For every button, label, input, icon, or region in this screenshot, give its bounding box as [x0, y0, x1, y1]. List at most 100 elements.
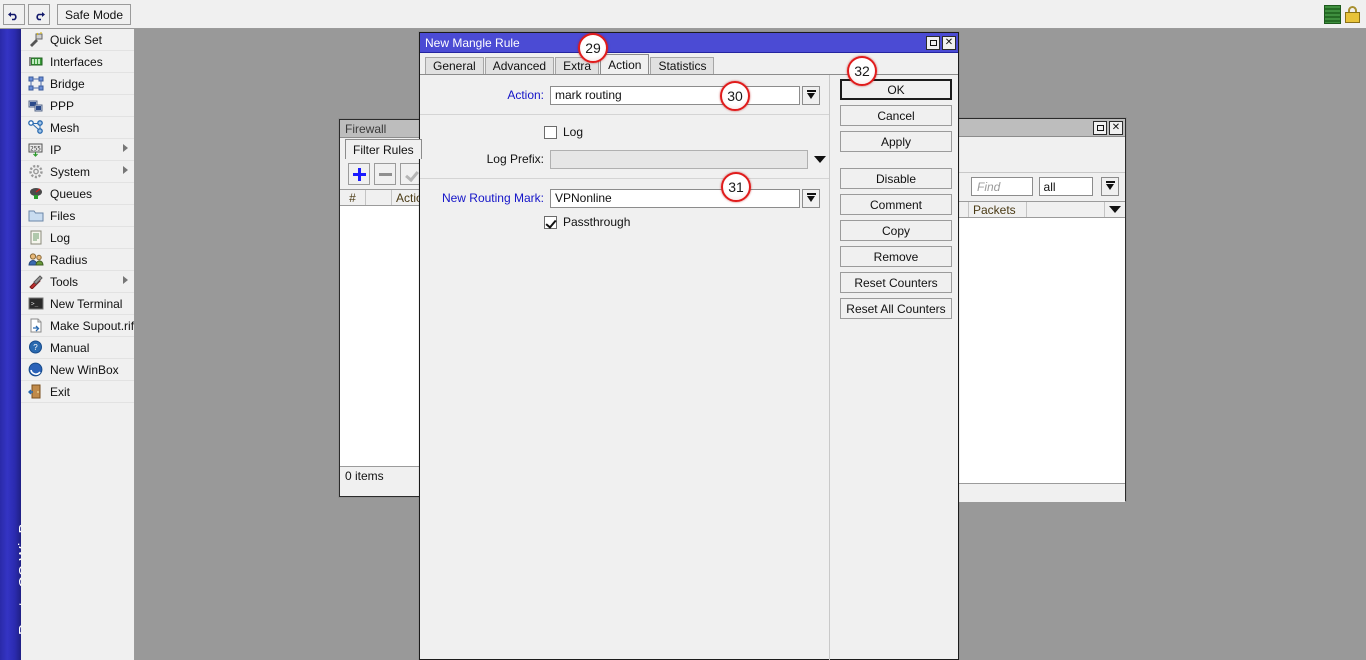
ok-button[interactable]: OK	[840, 79, 952, 100]
firewall-item-count: 0 items	[345, 468, 384, 483]
tab-general[interactable]: General	[425, 57, 484, 74]
tab-label: Advanced	[492, 59, 547, 73]
tab-statistics[interactable]: Statistics	[650, 57, 715, 74]
button-label: Remove	[873, 249, 919, 264]
secondary-window-titlebar[interactable]: ✕	[957, 119, 1125, 137]
button-label: Reset All Counters	[846, 301, 946, 316]
dialog-button-column: OK Cancel Apply Disable Comment Copy Remove Res…	[840, 79, 952, 324]
chevron-right-icon	[123, 144, 128, 152]
sidebar-item-queues[interactable]: Queues	[21, 183, 134, 205]
new-mangle-rule-dialog: New Mangle Rule ✕ General Advanced Extra Ac…	[419, 32, 959, 660]
close-icon: ✕	[944, 37, 954, 48]
files-folder-icon	[27, 208, 44, 224]
cancel-button[interactable]: Cancel	[840, 105, 952, 126]
sidebar-item-ip[interactable]: 255 IP	[21, 139, 134, 161]
log-checkbox[interactable]	[544, 125, 557, 139]
undo-button[interactable]	[3, 4, 25, 25]
sidebar-item-exit[interactable]: Exit	[21, 381, 134, 403]
tab-action[interactable]: Action	[600, 54, 650, 74]
svg-text:>_: >_	[31, 301, 39, 308]
column-index[interactable]: #	[340, 190, 366, 205]
action-dropdown-button[interactable]	[802, 85, 820, 105]
sidebar-item-label: Radius	[50, 252, 88, 267]
secondary-window-controls: ✕	[1093, 121, 1123, 135]
new-winbox-icon	[27, 362, 44, 378]
form-separator-2	[420, 178, 829, 179]
column-menu-button[interactable]	[1105, 202, 1125, 217]
log-prefix-dropdown-icon[interactable]	[814, 155, 826, 163]
comment-button[interactable]: Comment	[840, 194, 952, 215]
firewall-window-title: Firewall	[345, 121, 387, 136]
sidebar-item-quick-set[interactable]: Quick Set	[21, 29, 134, 51]
find-input[interactable]: Find	[971, 177, 1033, 196]
sidebar-item-label: Bridge	[50, 76, 85, 91]
log-prefix-field[interactable]	[550, 149, 808, 169]
sidebar-item-label: Interfaces	[50, 54, 103, 69]
remove-button[interactable]	[374, 163, 396, 185]
apply-button[interactable]: Apply	[840, 131, 952, 152]
sidebar-item-new-winbox[interactable]: New WinBox	[21, 359, 134, 381]
sidebar-item-log[interactable]: Log	[21, 227, 134, 249]
action-field[interactable]: mark routing	[550, 85, 800, 105]
close-icon: ✕	[1111, 122, 1121, 133]
log-prefix-row: Log Prefix:	[420, 149, 829, 169]
tab-label: Extra	[563, 59, 592, 73]
sidebar-item-label: New WinBox	[50, 362, 119, 377]
reset-all-counters-button[interactable]: Reset All Counters	[840, 298, 952, 319]
sidebar-item-label: PPP	[50, 98, 75, 113]
sidebar-item-bridge[interactable]: Bridge	[21, 73, 134, 95]
copy-button[interactable]: Copy	[840, 220, 952, 241]
maximize-button[interactable]	[926, 36, 940, 50]
filter-select[interactable]: all	[1038, 177, 1094, 196]
chevron-down-icon	[806, 89, 816, 101]
sidebar-item-label: System	[50, 164, 91, 179]
safe-mode-button[interactable]: Safe Mode	[57, 4, 131, 25]
quick-set-icon	[27, 32, 44, 48]
new-routing-mark-field[interactable]: VPNonline	[550, 188, 800, 208]
top-toolbar: Safe Mode	[0, 0, 1366, 29]
sidebar-item-ppp[interactable]: PPP	[21, 95, 134, 117]
filter-dropdown-button[interactable]	[1101, 177, 1119, 196]
mesh-icon	[27, 120, 44, 136]
maximize-icon	[1096, 125, 1104, 131]
column-extra[interactable]	[1027, 202, 1105, 217]
sidebar-item-new-terminal[interactable]: >_ New Terminal	[21, 293, 134, 315]
sidebar-item-interfaces[interactable]: Interfaces	[21, 51, 134, 73]
secure-connection-lock-icon	[1345, 6, 1360, 23]
tab-advanced[interactable]: Advanced	[484, 57, 555, 74]
button-group-gap	[840, 157, 952, 168]
tab-filter-rules[interactable]: Filter Rules	[345, 139, 422, 159]
dialog-titlebar[interactable]: New Mangle Rule ✕	[420, 33, 958, 53]
winbox-desktop: Safe Mode RouterOS WinBox Quick Set Inter…	[0, 0, 1366, 660]
log-icon	[27, 230, 44, 246]
close-button[interactable]: ✕	[942, 36, 956, 50]
sidebar-item-tools[interactable]: Tools	[21, 271, 134, 293]
sidebar-item-make-supout-rif[interactable]: Make Supout.rif	[21, 315, 134, 337]
sidebar-item-system[interactable]: System	[21, 161, 134, 183]
new-routing-mark-row: New Routing Mark: VPNonline	[420, 188, 829, 208]
sidebar-item-manual[interactable]: ? Manual	[21, 337, 134, 359]
close-button[interactable]: ✕	[1109, 121, 1123, 135]
remove-button[interactable]: Remove	[840, 246, 952, 267]
manual-help-icon: ?	[27, 340, 44, 356]
log-row: Log	[420, 123, 829, 141]
column-packets[interactable]: Packets	[969, 202, 1027, 217]
redo-button[interactable]	[28, 4, 50, 25]
undo-arrow-icon	[8, 11, 17, 20]
tab-extra[interactable]: Extra	[555, 57, 600, 74]
exit-door-icon	[27, 384, 44, 400]
new-routing-mark-dropdown-button[interactable]	[802, 188, 820, 208]
maximize-button[interactable]	[1093, 121, 1107, 135]
add-button[interactable]	[348, 163, 370, 185]
disable-button[interactable]: Disable	[840, 168, 952, 189]
reset-counters-button[interactable]: Reset Counters	[840, 272, 952, 293]
sidebar-item-mesh[interactable]: Mesh	[21, 117, 134, 139]
sidebar-item-radius[interactable]: Radius	[21, 249, 134, 271]
secondary-table-body[interactable]	[957, 218, 1125, 483]
ppp-icon	[27, 98, 44, 114]
passthrough-checkbox[interactable]	[544, 215, 557, 229]
terminal-icon: >_	[27, 296, 44, 312]
sidebar-item-files[interactable]: Files	[21, 205, 134, 227]
minus-icon	[378, 172, 392, 176]
column-blank[interactable]	[366, 190, 392, 205]
